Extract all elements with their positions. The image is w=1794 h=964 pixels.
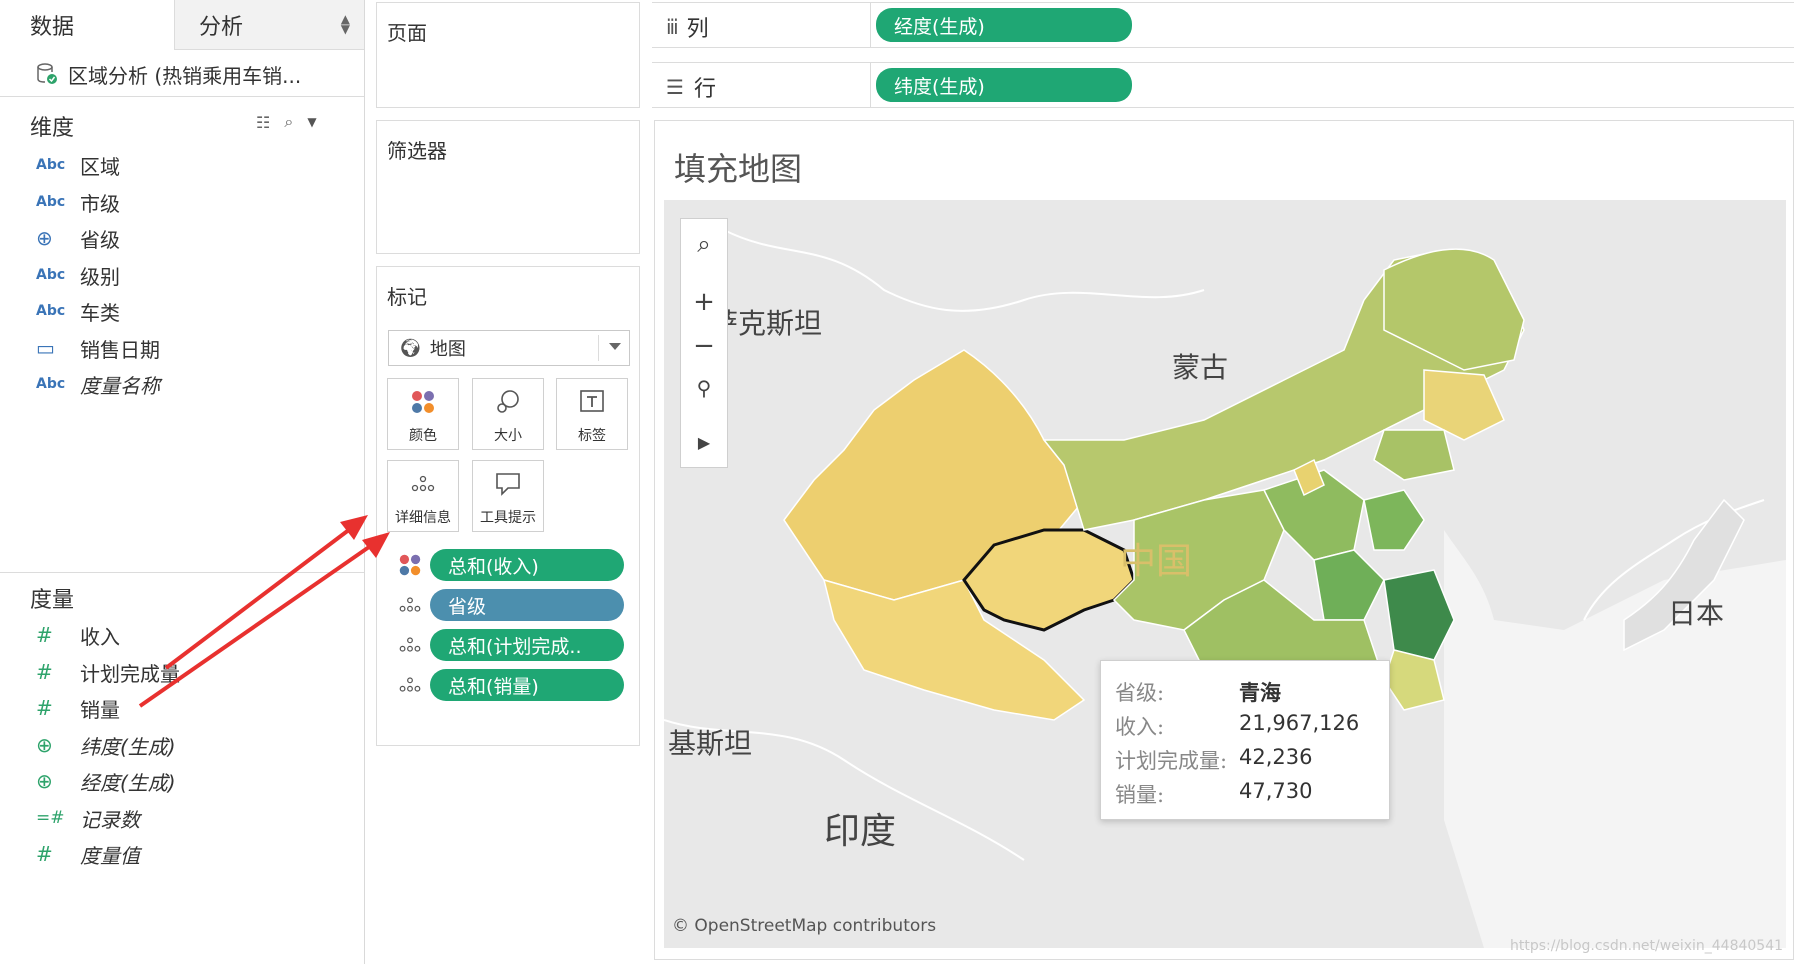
red-arrow-icon <box>138 532 390 708</box>
annotation-arrows <box>138 515 390 708</box>
red-arrow-icon <box>164 515 368 670</box>
